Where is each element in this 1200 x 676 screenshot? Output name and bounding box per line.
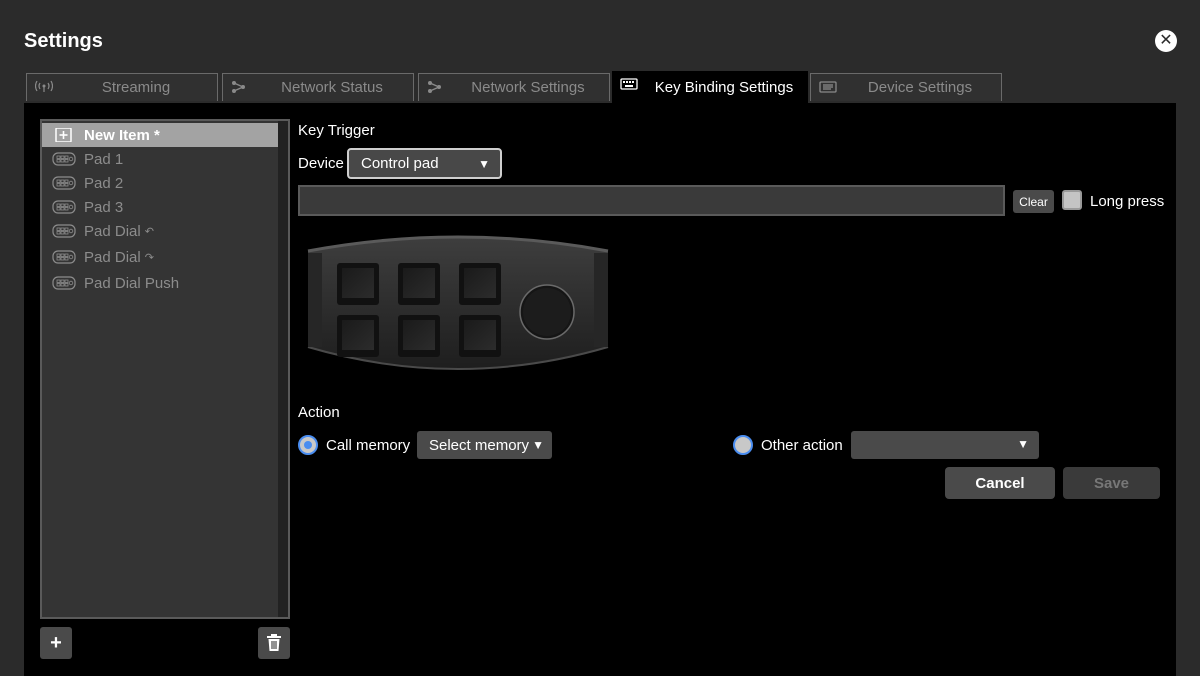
save-button[interactable]: Save bbox=[1063, 467, 1160, 499]
control-pad-icon bbox=[52, 176, 76, 190]
add-box-icon bbox=[55, 128, 72, 142]
list-item-pad-dial-left[interactable]: Pad Dial ↶ bbox=[42, 219, 278, 243]
broadcast-icon bbox=[35, 80, 53, 92]
list-item-label: Pad Dial bbox=[84, 222, 141, 240]
binding-list[interactable]: New Item * Pad 1 Pad 2 Pad 3 Pad Dial ↶ … bbox=[40, 119, 290, 619]
select-memory-label: Select memory bbox=[429, 436, 530, 454]
control-pad-icon bbox=[52, 200, 76, 214]
network-icon bbox=[428, 81, 441, 93]
tab-device-settings[interactable]: Device Settings bbox=[810, 73, 1002, 101]
tab-label: Network Status bbox=[281, 79, 383, 96]
device-select-value: Control pad bbox=[361, 155, 439, 172]
cancel-button[interactable]: Cancel bbox=[945, 467, 1055, 499]
control-pad-image bbox=[307, 235, 609, 370]
tab-label: Network Settings bbox=[471, 79, 585, 96]
key-trigger-heading: Key Trigger bbox=[298, 122, 375, 139]
device-select[interactable]: Control pad ▼ bbox=[347, 148, 502, 179]
tab-key-binding-settings[interactable]: Key Binding Settings bbox=[612, 71, 808, 103]
control-pad-icon bbox=[52, 276, 76, 290]
long-press-label: Long press bbox=[1090, 193, 1165, 210]
key-binding-panel: New Item * Pad 1 Pad 2 Pad 3 Pad Dial ↶ … bbox=[24, 103, 1176, 676]
device-icon bbox=[819, 81, 837, 93]
plus-icon: + bbox=[50, 631, 62, 654]
tab-network-status[interactable]: Network Status bbox=[222, 73, 414, 101]
list-item-label: New Item * bbox=[84, 126, 160, 144]
list-item-label: Pad 2 bbox=[84, 174, 124, 192]
action-heading: Action bbox=[298, 404, 340, 421]
long-press-checkbox[interactable] bbox=[1062, 190, 1082, 210]
close-button[interactable]: ✕ bbox=[1155, 30, 1177, 52]
list-item-label: Pad 3 bbox=[84, 198, 124, 216]
chevron-down-icon: ▼ bbox=[478, 156, 490, 171]
list-item-pad-dial-push[interactable]: Pad Dial Push bbox=[42, 271, 278, 295]
list-item-label: Pad Dial bbox=[84, 248, 141, 266]
list-scrollbar[interactable] bbox=[278, 121, 288, 617]
tab-label: Key Binding Settings bbox=[654, 78, 794, 96]
rotate-right-icon: ↷ bbox=[144, 251, 154, 264]
close-icon: ✕ bbox=[1159, 32, 1173, 49]
other-action-radio[interactable] bbox=[733, 435, 753, 455]
list-item-pad-2[interactable]: Pad 2 bbox=[42, 171, 278, 195]
chevron-down-icon: ▼ bbox=[1017, 437, 1029, 451]
rotate-left-icon: ↶ bbox=[144, 225, 154, 238]
list-item-label: Pad 1 bbox=[84, 150, 124, 168]
tab-label: Streaming bbox=[101, 79, 171, 96]
keyboard-icon bbox=[620, 78, 638, 90]
clear-button[interactable]: Clear bbox=[1013, 190, 1054, 213]
network-icon bbox=[232, 81, 245, 93]
tab-label: Device Settings bbox=[867, 79, 973, 96]
other-action-dropdown[interactable]: ▼ bbox=[851, 431, 1039, 459]
trash-icon bbox=[267, 634, 281, 651]
key-trigger-input[interactable] bbox=[298, 185, 1005, 216]
list-item-new-item[interactable]: New Item * bbox=[42, 123, 278, 147]
settings-title: Settings bbox=[24, 30, 103, 52]
delete-item-button[interactable] bbox=[258, 627, 290, 659]
other-action-label: Other action bbox=[761, 437, 843, 454]
tab-streaming[interactable]: Streaming bbox=[26, 73, 218, 101]
select-memory-dropdown[interactable]: Select memory ▼ bbox=[417, 431, 552, 459]
call-memory-label: Call memory bbox=[326, 437, 411, 454]
chevron-down-icon: ▼ bbox=[532, 438, 544, 452]
add-item-button[interactable]: + bbox=[40, 627, 72, 659]
list-item-pad-1[interactable]: Pad 1 bbox=[42, 147, 278, 171]
tab-network-settings[interactable]: Network Settings bbox=[418, 73, 610, 101]
device-label: Device bbox=[298, 155, 344, 172]
control-pad-icon bbox=[52, 250, 76, 264]
list-item-pad-3[interactable]: Pad 3 bbox=[42, 195, 278, 219]
control-pad-icon bbox=[52, 224, 76, 238]
list-item-pad-dial-right[interactable]: Pad Dial ↷ bbox=[42, 245, 278, 269]
call-memory-radio[interactable] bbox=[298, 435, 318, 455]
list-item-label: Pad Dial Push bbox=[84, 274, 180, 292]
control-pad-icon bbox=[52, 152, 76, 166]
